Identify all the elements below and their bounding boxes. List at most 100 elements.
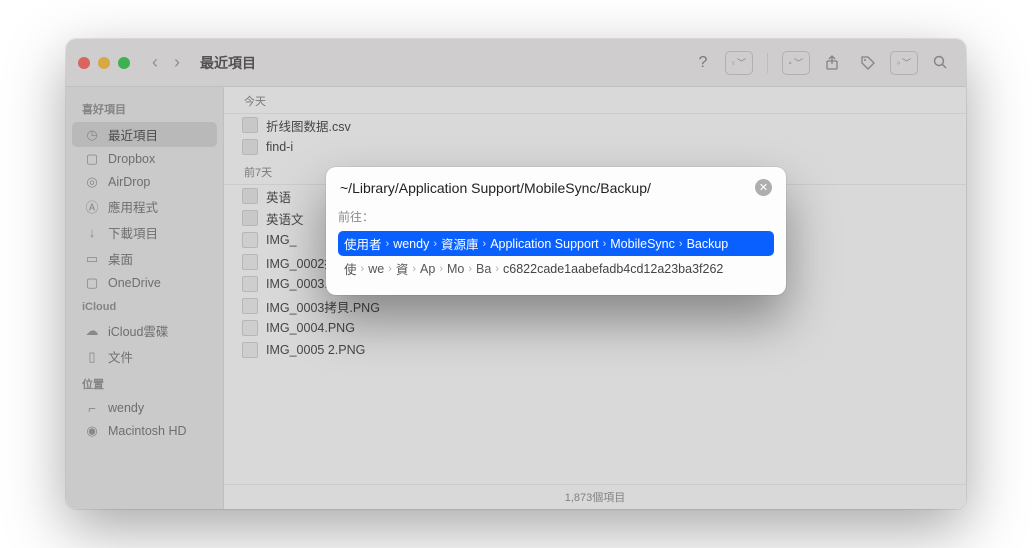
chevron-right-icon: › <box>679 238 683 250</box>
download-icon: ↓ <box>84 225 100 241</box>
search-button[interactable] <box>926 51 954 75</box>
sidebar-item[interactable]: ▢ OneDrive <box>72 272 217 294</box>
sidebar-section-header: 位置 <box>66 370 223 396</box>
breadcrumb-segment: 資 <box>396 259 409 278</box>
file-row[interactable]: IMG_0005 2.PNG <box>224 339 966 361</box>
sidebar-item[interactable]: ↓ 下載項目 <box>72 220 217 245</box>
sidebar-item-label: 下載項目 <box>108 223 158 242</box>
sidebar-item-label: AirDrop <box>108 175 150 189</box>
breadcrumb-segment: 資源庫 <box>441 234 479 253</box>
file-name: IMG_ <box>266 233 297 247</box>
sidebar-item[interactable]: ◷ 最近項目 <box>72 122 217 147</box>
clear-input-button[interactable]: ✕ <box>755 179 772 196</box>
sidebar-item[interactable]: ▭ 桌面 <box>72 246 217 271</box>
breadcrumb-segment: Backup <box>687 237 729 251</box>
chevron-right-icon: › <box>433 238 437 250</box>
sidebar-item-label: iCloud雲碟 <box>108 321 168 340</box>
goto-label: 前往： <box>338 208 774 225</box>
actions-button[interactable]: ﹀ <box>890 51 918 75</box>
doc-icon: ▯ <box>84 349 100 365</box>
file-icon <box>242 117 258 133</box>
breadcrumb-segment: wendy <box>393 237 429 251</box>
back-button[interactable]: ‹ <box>148 52 162 73</box>
finder-window: ‹ › 最近項目 ? ﹀ ﹀ ﹀ 喜好項目◷最近項目▢Dropbox◎AirDr… <box>66 39 966 509</box>
file-icon <box>242 276 258 292</box>
breadcrumb-segment: Ap <box>420 262 435 276</box>
close-window-button[interactable] <box>78 57 90 69</box>
file-icon <box>242 342 258 358</box>
file-name: 英语文 <box>266 209 304 228</box>
breadcrumb-segment: 使用者 <box>344 234 382 253</box>
sidebar-item[interactable]: ▢Dropbox <box>72 148 217 170</box>
file-name: IMG_0004.PNG <box>266 321 355 335</box>
file-icon <box>242 210 258 226</box>
help-icon[interactable]: ? <box>689 51 717 75</box>
content-area[interactable]: 今天折线图数据.csvfind-i前7天英语英语文IMG_IMG_0002拷貝.… <box>224 87 966 509</box>
clock-icon: ◷ <box>84 127 100 143</box>
chevron-right-icon: › <box>388 263 392 275</box>
laptop-icon: ⌐ <box>84 400 100 416</box>
file-icon <box>242 320 258 336</box>
toolbar: ‹ › 最近項目 ? ﹀ ﹀ ﹀ <box>66 39 966 87</box>
sidebar-item-label: Macintosh HD <box>108 424 187 438</box>
sidebar-section-header: iCloud <box>66 295 223 317</box>
sidebar-item-label: Dropbox <box>108 152 155 166</box>
chevron-right-icon: › <box>386 238 390 250</box>
goto-folder-dialog: ✕ 前往： 使用者›wendy›資源庫›Application Support›… <box>326 167 786 295</box>
goto-suggestion-secondary[interactable]: 使›we›資›Ap›Mo›Ba›c6822cade1aabefadb4cd12a… <box>338 256 774 281</box>
forward-button[interactable]: › <box>170 52 184 73</box>
sidebar-item[interactable]: Ⓐ 應用程式 <box>72 194 217 219</box>
maximize-window-button[interactable] <box>118 57 130 69</box>
chevron-right-icon: › <box>603 238 607 250</box>
chevron-right-icon: › <box>412 263 416 275</box>
toolbar-divider <box>767 53 768 73</box>
share-button[interactable] <box>818 51 846 75</box>
file-row[interactable]: find-i <box>224 136 966 158</box>
file-row[interactable]: IMG_0003拷貝.PNG <box>224 295 966 317</box>
window-body: 喜好項目 ◷ 最近項目 ▢Dropbox ◎ AirDrop Ⓐ 應用程式 ↓ 下載項目 ▭ 桌面 ▢ O… <box>66 87 966 509</box>
sidebar-item-label: OneDrive <box>108 276 161 290</box>
sidebar-item[interactable]: ⌐ wendy <box>72 397 217 419</box>
breadcrumb-segment: we <box>368 262 384 276</box>
breadcrumb-segment: 使 <box>344 259 357 278</box>
folder-icon: ▢ <box>84 275 100 291</box>
sidebar-item[interactable]: ◉Macintosh HD <box>72 420 217 442</box>
file-name: find-i <box>266 140 293 154</box>
file-icon <box>242 188 258 204</box>
sidebar-section-header: 喜好項目 <box>66 95 223 121</box>
breadcrumb-segment: Application Support <box>490 237 598 251</box>
sidebar-item[interactable]: ◎ AirDrop <box>72 171 217 193</box>
group-by-button[interactable]: ﹀ <box>782 51 810 75</box>
chevron-right-icon: › <box>483 238 487 250</box>
goto-suggestion-primary[interactable]: 使用者›wendy›資源庫›Application Support›Mobile… <box>338 231 774 256</box>
file-row[interactable]: 折线图数据.csv <box>224 114 966 136</box>
file-name: IMG_0003拷貝.PNG <box>266 297 380 316</box>
sidebar-item[interactable]: ☁iCloud雲碟 <box>72 318 217 343</box>
chevron-right-icon: › <box>439 263 443 275</box>
sidebar-item[interactable]: ▯文件 <box>72 344 217 369</box>
tags-button[interactable] <box>854 51 882 75</box>
file-icon <box>242 139 258 155</box>
file-name: 英语 <box>266 187 291 206</box>
chevron-right-icon: › <box>468 263 472 275</box>
file-name: 折线图数据.csv <box>266 116 351 135</box>
sidebar-item-label: wendy <box>108 401 144 415</box>
traffic-lights <box>78 57 130 69</box>
file-icon <box>242 298 258 314</box>
apps-icon: Ⓐ <box>84 199 100 215</box>
chevron-right-icon: › <box>495 263 499 275</box>
desktop-icon: ▭ <box>84 251 100 267</box>
minimize-window-button[interactable] <box>98 57 110 69</box>
view-columns-button[interactable]: ﹀ <box>725 51 753 75</box>
sidebar[interactable]: 喜好項目 ◷ 最近項目 ▢Dropbox ◎ AirDrop Ⓐ 應用程式 ↓ 下載項目 ▭ 桌面 ▢ O… <box>66 87 224 509</box>
sidebar-item-label: 應用程式 <box>108 197 158 216</box>
sidebar-item-label: 桌面 <box>108 249 133 268</box>
breadcrumb-hash: c6822cade1aabefadb4cd12a23ba3f262 <box>503 262 723 276</box>
chevron-right-icon: › <box>361 263 365 275</box>
file-row[interactable]: IMG_0004.PNG <box>224 317 966 339</box>
sidebar-item-label: 最近項目 <box>108 125 158 144</box>
breadcrumb-segment: Ba <box>476 262 491 276</box>
goto-path-input[interactable] <box>340 180 747 196</box>
airdrop-icon: ◎ <box>84 174 100 190</box>
breadcrumb-segment: MobileSync <box>610 237 675 251</box>
